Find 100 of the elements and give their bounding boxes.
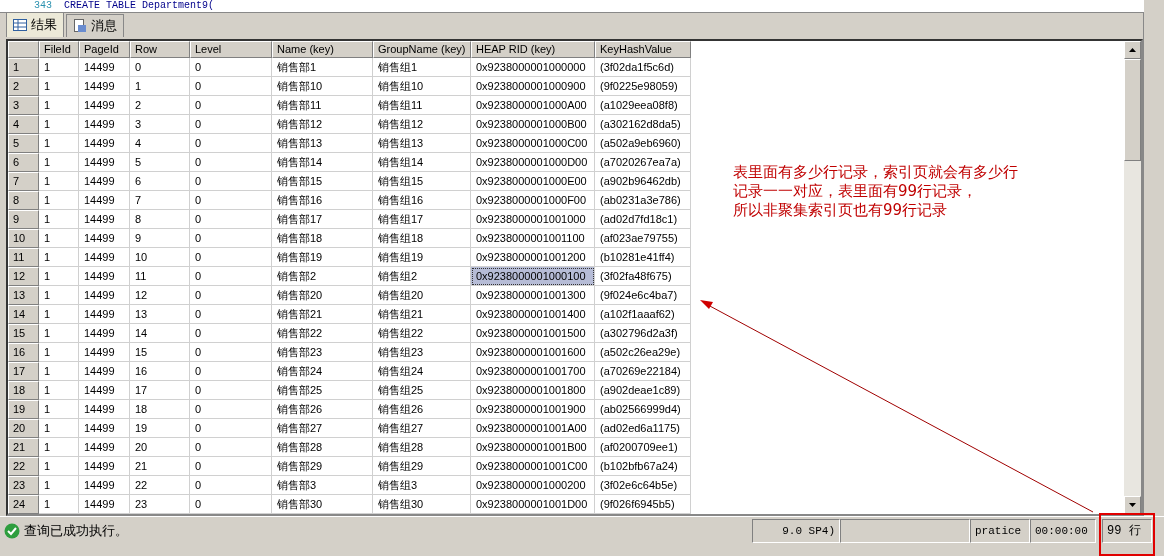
row-number[interactable]: 8 <box>8 191 39 210</box>
table-cell: 0x9238000001001500 <box>471 324 595 343</box>
table-cell: (9f0225e98059) <box>595 77 691 96</box>
table-cell: 4 <box>130 134 190 153</box>
vertical-scrollbar[interactable] <box>1124 41 1141 514</box>
row-number[interactable]: 21 <box>8 438 39 457</box>
row-number[interactable]: 7 <box>8 172 39 191</box>
table-cell: (9f026f6945b5) <box>595 495 691 514</box>
table-cell: 销售组24 <box>373 362 471 381</box>
table-cell: 销售组16 <box>373 191 471 210</box>
row-number[interactable]: 18 <box>8 381 39 400</box>
table-cell: 销售部3 <box>272 476 373 495</box>
row-number[interactable]: 24 <box>8 495 39 514</box>
row-count: 99 行 <box>1102 518 1152 543</box>
row-number[interactable]: 19 <box>8 400 39 419</box>
row-number[interactable]: 9 <box>8 210 39 229</box>
table-cell: 5 <box>130 153 190 172</box>
row-number[interactable]: 3 <box>8 96 39 115</box>
table-cell: (a1029eea08f8) <box>595 96 691 115</box>
row-number[interactable]: 4 <box>8 115 39 134</box>
row-number[interactable]: 6 <box>8 153 39 172</box>
table-cell: 2 <box>130 96 190 115</box>
scroll-thumb[interactable] <box>1124 59 1141 161</box>
table-cell: (a70269e22184) <box>595 362 691 381</box>
row-number[interactable]: 5 <box>8 134 39 153</box>
table-cell: 19 <box>130 419 190 438</box>
table-cell: 0 <box>190 381 272 400</box>
table-cell: (3f02da1f5c6d) <box>595 58 691 77</box>
table-cell: (a302162d8da5) <box>595 115 691 134</box>
row-number[interactable]: 12 <box>8 267 39 286</box>
table-cell: 销售部12 <box>272 115 373 134</box>
table-cell: 0x9238000001001A00 <box>471 419 595 438</box>
result-tab[interactable]: 结果 <box>6 12 64 37</box>
table-cell: 0x9238000001001B00 <box>471 438 595 457</box>
table-cell: (ad02d7fd18c1) <box>595 210 691 229</box>
table-cell: 0 <box>190 324 272 343</box>
column-header[interactable]: PageId <box>79 41 130 58</box>
table-cell: 0x9238000001000000 <box>471 58 595 77</box>
table-cell: 销售部24 <box>272 362 373 381</box>
table-cell: 1 <box>39 305 79 324</box>
table-cell: 销售组3 <box>373 476 471 495</box>
row-number[interactable]: 11 <box>8 248 39 267</box>
column-header[interactable]: Row <box>130 41 190 58</box>
row-number[interactable]: 20 <box>8 419 39 438</box>
row-number[interactable]: 17 <box>8 362 39 381</box>
table-cell: 14499 <box>79 77 130 96</box>
table-cell: 0x9238000001001100 <box>471 229 595 248</box>
table-cell: 销售部14 <box>272 153 373 172</box>
column-header[interactable]: KeyHashValue <box>595 41 691 58</box>
table-cell: 销售组10 <box>373 77 471 96</box>
result-tab[interactable]: 消息 <box>66 14 124 37</box>
success-icon <box>4 522 20 539</box>
row-number[interactable]: 14 <box>8 305 39 324</box>
table-cell: 销售组13 <box>373 134 471 153</box>
table-cell: 1 <box>39 267 79 286</box>
table-cell: 销售组11 <box>373 96 471 115</box>
table-cell: 销售组23 <box>373 343 471 362</box>
table-cell: 0 <box>190 457 272 476</box>
table-cell: 销售部18 <box>272 229 373 248</box>
table-cell: 1 <box>39 324 79 343</box>
table-cell: 14499 <box>79 286 130 305</box>
column-header[interactable]: FileId <box>39 41 79 58</box>
table-cell: 14499 <box>79 229 130 248</box>
column-header[interactable]: Level <box>190 41 272 58</box>
table-cell: 14499 <box>79 191 130 210</box>
scroll-down-icon[interactable] <box>1129 503 1136 507</box>
table-cell: 14499 <box>79 248 130 267</box>
column-header[interactable]: Name (key) <box>272 41 373 58</box>
table-cell: 0x9238000001001900 <box>471 400 595 419</box>
column-header[interactable]: GroupName (key) <box>373 41 471 58</box>
table-cell: 14499 <box>79 210 130 229</box>
row-number[interactable]: 1 <box>8 58 39 77</box>
table-cell: 0 <box>190 419 272 438</box>
table-cell: 1 <box>39 381 79 400</box>
row-number[interactable]: 16 <box>8 343 39 362</box>
column-header[interactable]: HEAP RID (key) <box>471 41 595 58</box>
row-number[interactable]: 22 <box>8 457 39 476</box>
row-number[interactable]: 23 <box>8 476 39 495</box>
row-number[interactable]: 13 <box>8 286 39 305</box>
row-number[interactable]: 10 <box>8 229 39 248</box>
table-cell: 3 <box>130 115 190 134</box>
table-cell: (a902b96462db) <box>595 172 691 191</box>
table-cell: 14499 <box>79 324 130 343</box>
table-cell: 1 <box>130 77 190 96</box>
row-number[interactable]: 15 <box>8 324 39 343</box>
table-cell: 12 <box>130 286 190 305</box>
table-cell: 14499 <box>79 58 130 77</box>
row-number[interactable]: 2 <box>8 77 39 96</box>
table-cell: 0x9238000001001300 <box>471 286 595 305</box>
table-cell: 0x9238000001000A00 <box>471 96 595 115</box>
table-cell: 销售部21 <box>272 305 373 324</box>
highlight-frame <box>1099 513 1155 556</box>
table-cell: 1 <box>39 438 79 457</box>
annotation-text: 表里面有多少行记录，索引页就会有多少行 记录一一对应，表里面有99行记录， 所以非聚集索引页也有99行记录 <box>733 163 1018 220</box>
table-cell: 1 <box>39 96 79 115</box>
table-cell: 22 <box>130 476 190 495</box>
table-cell: 14499 <box>79 343 130 362</box>
table-cell: 17 <box>130 381 190 400</box>
table-cell: 销售组30 <box>373 495 471 514</box>
scroll-up-icon[interactable] <box>1129 48 1136 52</box>
